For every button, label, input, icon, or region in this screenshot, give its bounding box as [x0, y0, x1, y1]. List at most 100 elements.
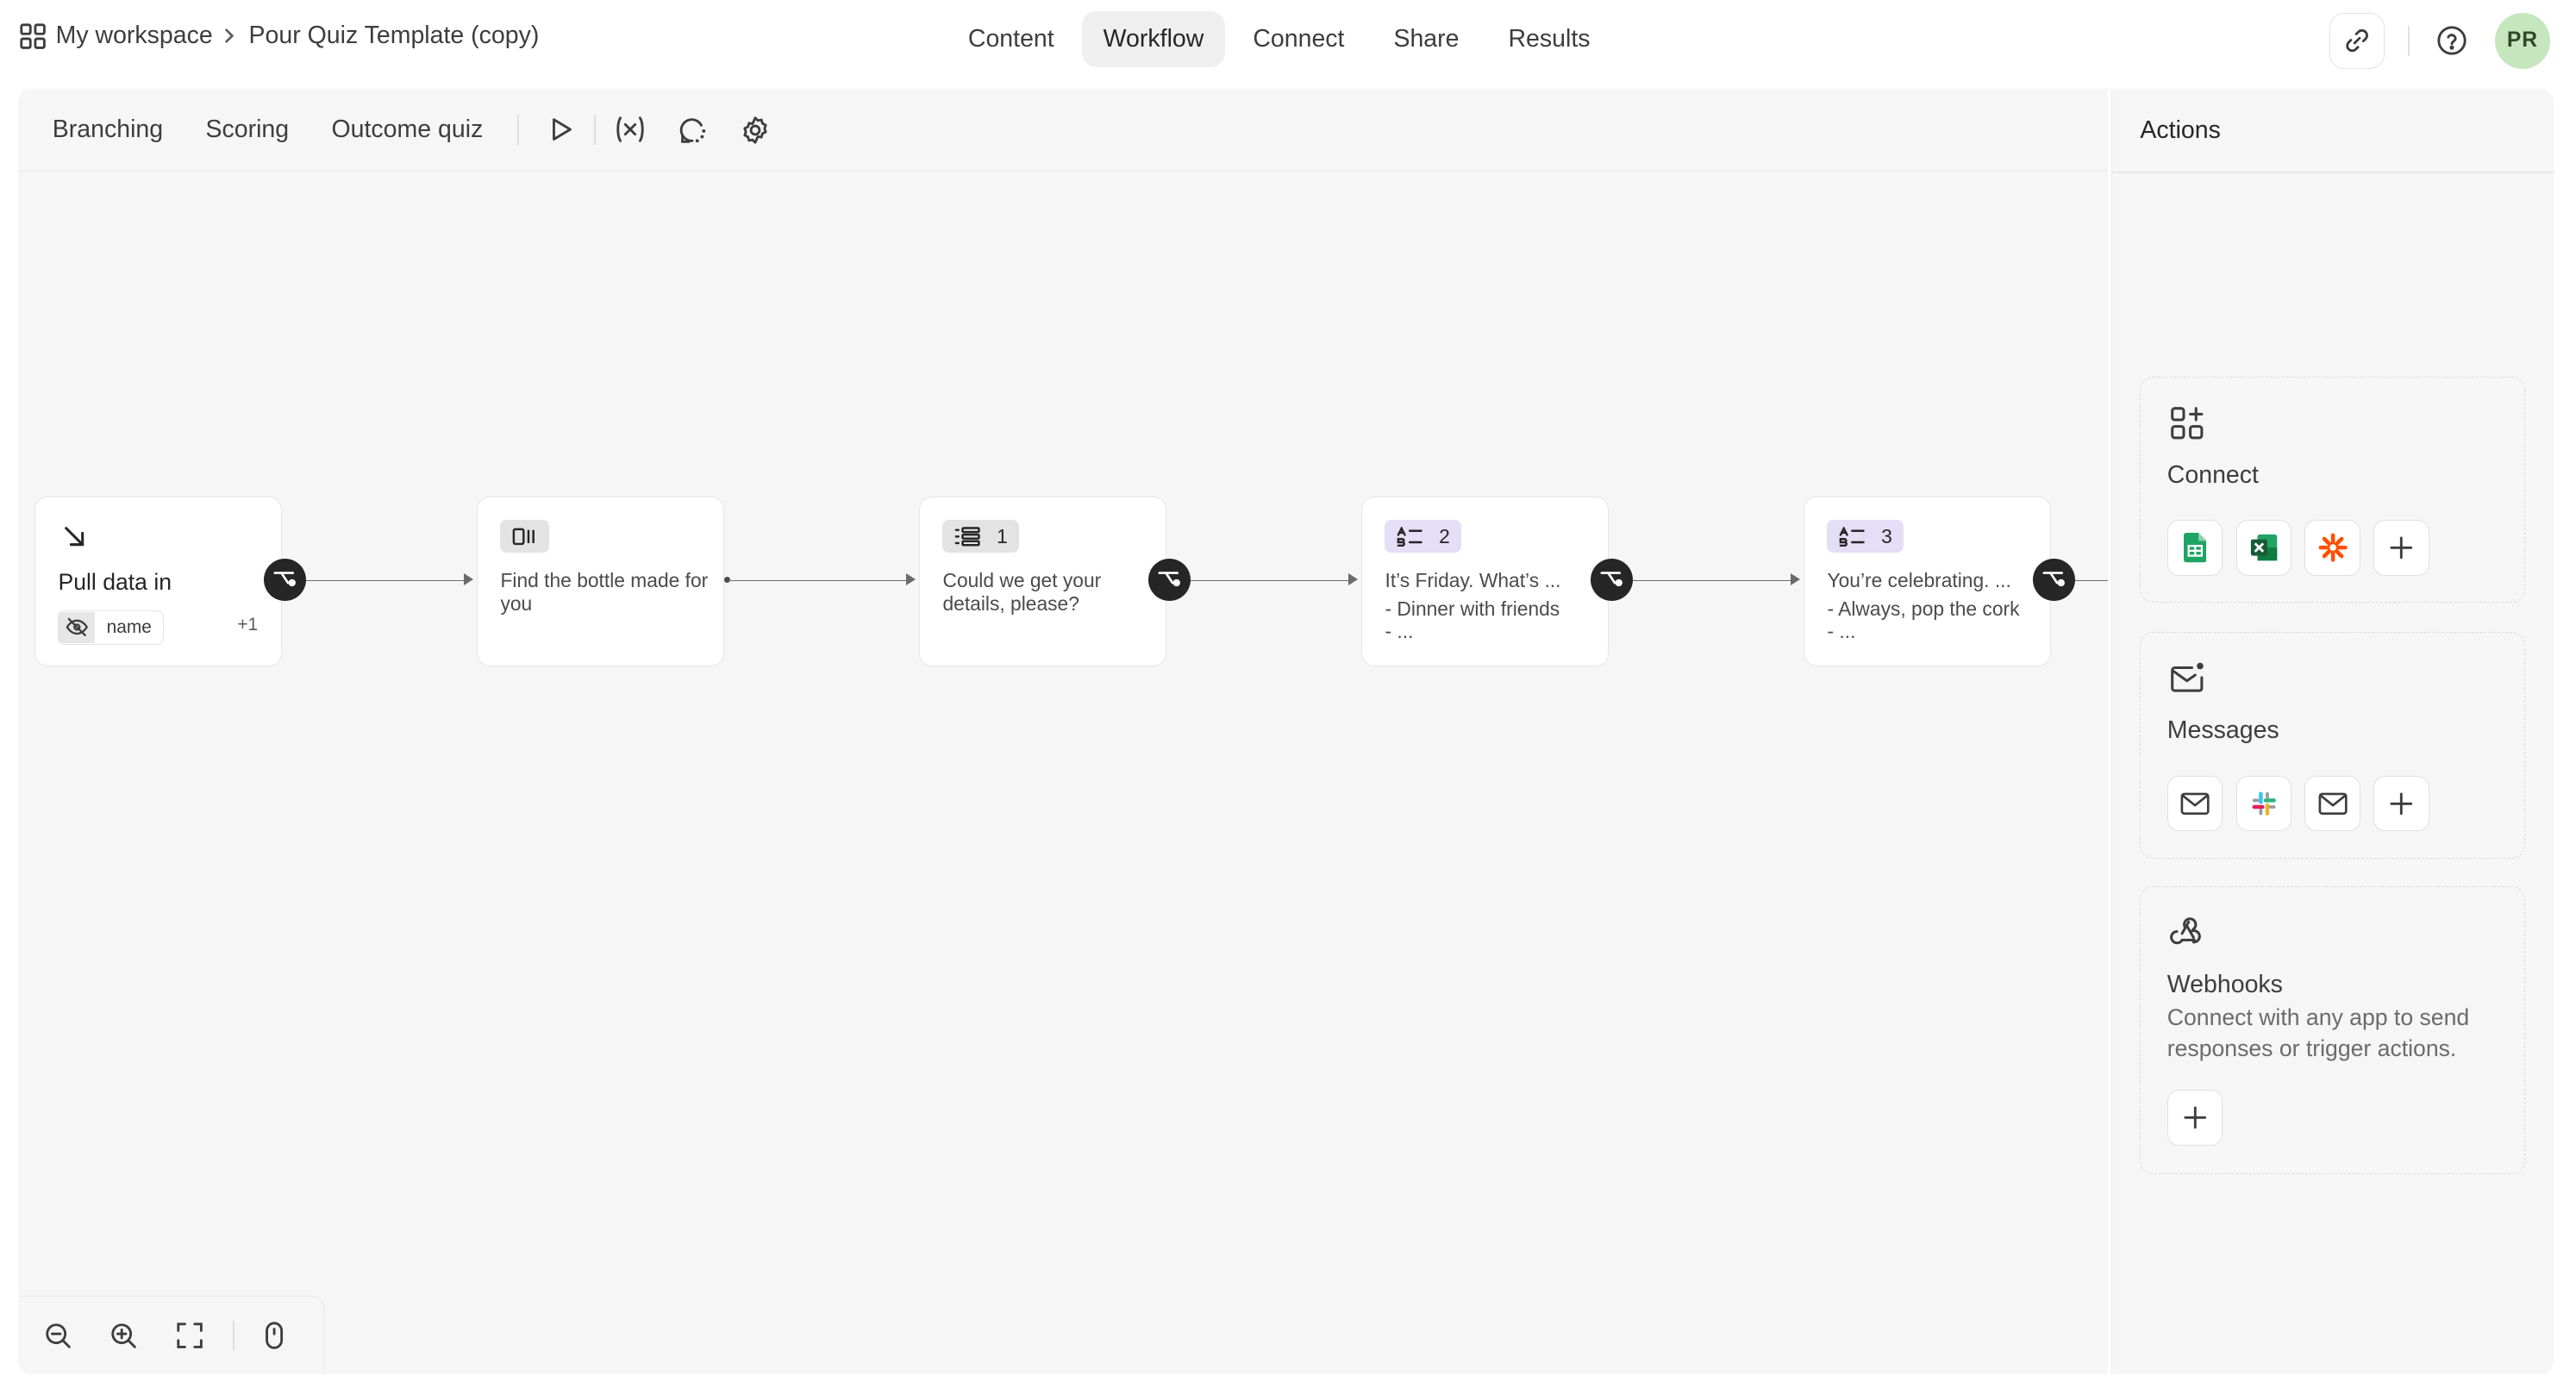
actions-panel: Actions Connect Messages Webhooks Connec…: [2111, 88, 2555, 1375]
branch-button[interactable]: [2032, 558, 2076, 602]
fit-view-button[interactable]: [173, 1317, 207, 1354]
tab-content[interactable]: Content: [947, 11, 1075, 67]
loop-icon: [680, 117, 706, 143]
branch-icon: [273, 572, 297, 587]
play-icon: [552, 118, 572, 141]
more-fields-count[interactable]: +1: [237, 615, 258, 635]
connect-card: Connect: [2140, 376, 2525, 603]
mail-notification-icon: [2170, 662, 2204, 692]
webhook-icon: [2169, 917, 2201, 945]
node-title: You’re celebrating. ...: [1827, 569, 2011, 592]
add-message-button[interactable]: [2373, 775, 2429, 832]
divider: [233, 1320, 234, 1351]
card-description: Connect with any app to send responses o…: [2166, 1003, 2470, 1061]
question-badge: 3: [1827, 520, 1904, 553]
node-question-2[interactable]: 2 It’s Friday. What’s ... - Dinner with …: [1360, 496, 1609, 667]
branch-icon: [1600, 572, 1623, 587]
canvas-controls: [17, 1295, 325, 1375]
mail-icon: [2180, 792, 2210, 815]
node-pull-data[interactable]: Pull data in name +1: [34, 496, 282, 667]
tab-branching[interactable]: Branching: [31, 116, 184, 144]
branch-icon: [2042, 572, 2066, 587]
node-choice-line: - ...: [1385, 620, 1414, 643]
copy-link-button[interactable]: [2329, 13, 2385, 69]
slack-button[interactable]: [2235, 775, 2292, 832]
branch-icon: [1158, 572, 1181, 587]
question-number: 3: [1881, 524, 1892, 547]
slack-icon: [2252, 791, 2276, 816]
welcome-screen-icon: [512, 528, 535, 546]
tab-outcome-quiz[interactable]: Outcome quiz: [310, 116, 504, 144]
fullscreen-icon: [177, 1322, 203, 1348]
node-title: It’s Friday. What’s ...: [1385, 569, 1561, 592]
breadcrumb-form-title[interactable]: Pour Quiz Template (copy): [248, 22, 539, 50]
branch-button[interactable]: [1147, 558, 1191, 602]
node-title: Find the bottle made for you: [500, 569, 709, 615]
connector-line: [299, 579, 464, 582]
node-title: Could we get your details, please?: [942, 569, 1102, 615]
arrow-head: [905, 572, 916, 585]
breadcrumb-workspace[interactable]: My workspace: [56, 22, 213, 50]
zoom-in-button[interactable]: [107, 1317, 141, 1354]
workflow-canvas[interactable]: Branching Scoring Outcome quiz Pull data…: [17, 88, 2109, 1375]
node-welcome-screen[interactable]: Find the bottle made for you: [476, 496, 724, 667]
connector-line: [1191, 579, 1348, 582]
tab-connect[interactable]: Connect: [1232, 11, 1366, 67]
help-button[interactable]: [2433, 22, 2473, 61]
main-tabs: Content Workflow Connect Share Results: [947, 11, 1618, 67]
workflow-settings-button[interactable]: [727, 102, 783, 158]
link-icon: [2346, 29, 2368, 53]
excel-button[interactable]: [2235, 520, 2292, 576]
grid-icon[interactable]: [18, 22, 47, 51]
node-question-3[interactable]: 3 You’re celebrating. ... - Always, pop …: [1803, 496, 2051, 667]
top-bar: My workspace Pour Quiz Template (copy) C…: [0, 0, 2575, 78]
google-sheets-button[interactable]: [2166, 520, 2223, 576]
logic-loop-button[interactable]: [665, 102, 721, 158]
variables-button[interactable]: [603, 102, 659, 158]
google-sheets-icon: [2183, 533, 2207, 563]
messages-card: Messages: [2140, 632, 2525, 859]
zapier-button[interactable]: [2304, 520, 2360, 576]
connector-line: [727, 579, 906, 582]
card-title: Messages: [2166, 716, 2279, 745]
branch-button[interactable]: [263, 558, 307, 602]
arrow-head: [1790, 572, 1800, 585]
zoom-out-icon: [46, 1323, 71, 1348]
arrow-head: [463, 572, 473, 585]
node-choice-line: - ...: [1827, 620, 1856, 643]
tab-workflow[interactable]: Workflow: [1081, 11, 1226, 67]
scroll-mode-button[interactable]: [257, 1317, 291, 1354]
variable-icon: [616, 116, 644, 143]
hidden-field-chip[interactable]: name: [58, 610, 165, 645]
respondent-email-button[interactable]: [2304, 775, 2360, 832]
contact-info-icon: [954, 527, 980, 547]
webhooks-card: Webhooks Connect with any app to send re…: [2140, 885, 2525, 1175]
plus-icon: [2390, 536, 2413, 560]
settings-icon: [743, 116, 767, 144]
tab-scoring[interactable]: Scoring: [184, 116, 310, 144]
welcome-badge: [500, 520, 550, 553]
chip-label: name: [106, 616, 152, 637]
mail-icon: [2318, 792, 2348, 815]
add-webhook-button[interactable]: [2166, 1090, 2223, 1147]
node-choice-line: - Dinner with friends: [1385, 597, 1560, 620]
avatar[interactable]: PR: [2494, 13, 2551, 69]
branch-button[interactable]: [1590, 558, 1634, 602]
add-integration-button[interactable]: [2373, 520, 2429, 576]
tab-share[interactable]: Share: [1372, 11, 1480, 67]
card-title: Webhooks: [2166, 970, 2283, 998]
zoom-in-icon: [111, 1323, 137, 1348]
tab-results[interactable]: Results: [1487, 11, 1611, 67]
chevron-right-icon: [222, 28, 235, 44]
question-number: 1: [997, 524, 1008, 547]
email-notification-button[interactable]: [2166, 775, 2223, 832]
preview-button[interactable]: [532, 102, 588, 158]
question-badge: 2: [1385, 520, 1462, 553]
multiple-choice-icon: [1839, 526, 1865, 547]
help-icon: [2437, 26, 2467, 56]
node-title: Pull data in: [58, 569, 172, 596]
zoom-out-button[interactable]: [41, 1317, 74, 1354]
eye-off-icon: [59, 611, 96, 643]
divider: [2408, 26, 2410, 56]
node-question-1[interactable]: 1 Could we get your details, please?: [918, 496, 1166, 667]
